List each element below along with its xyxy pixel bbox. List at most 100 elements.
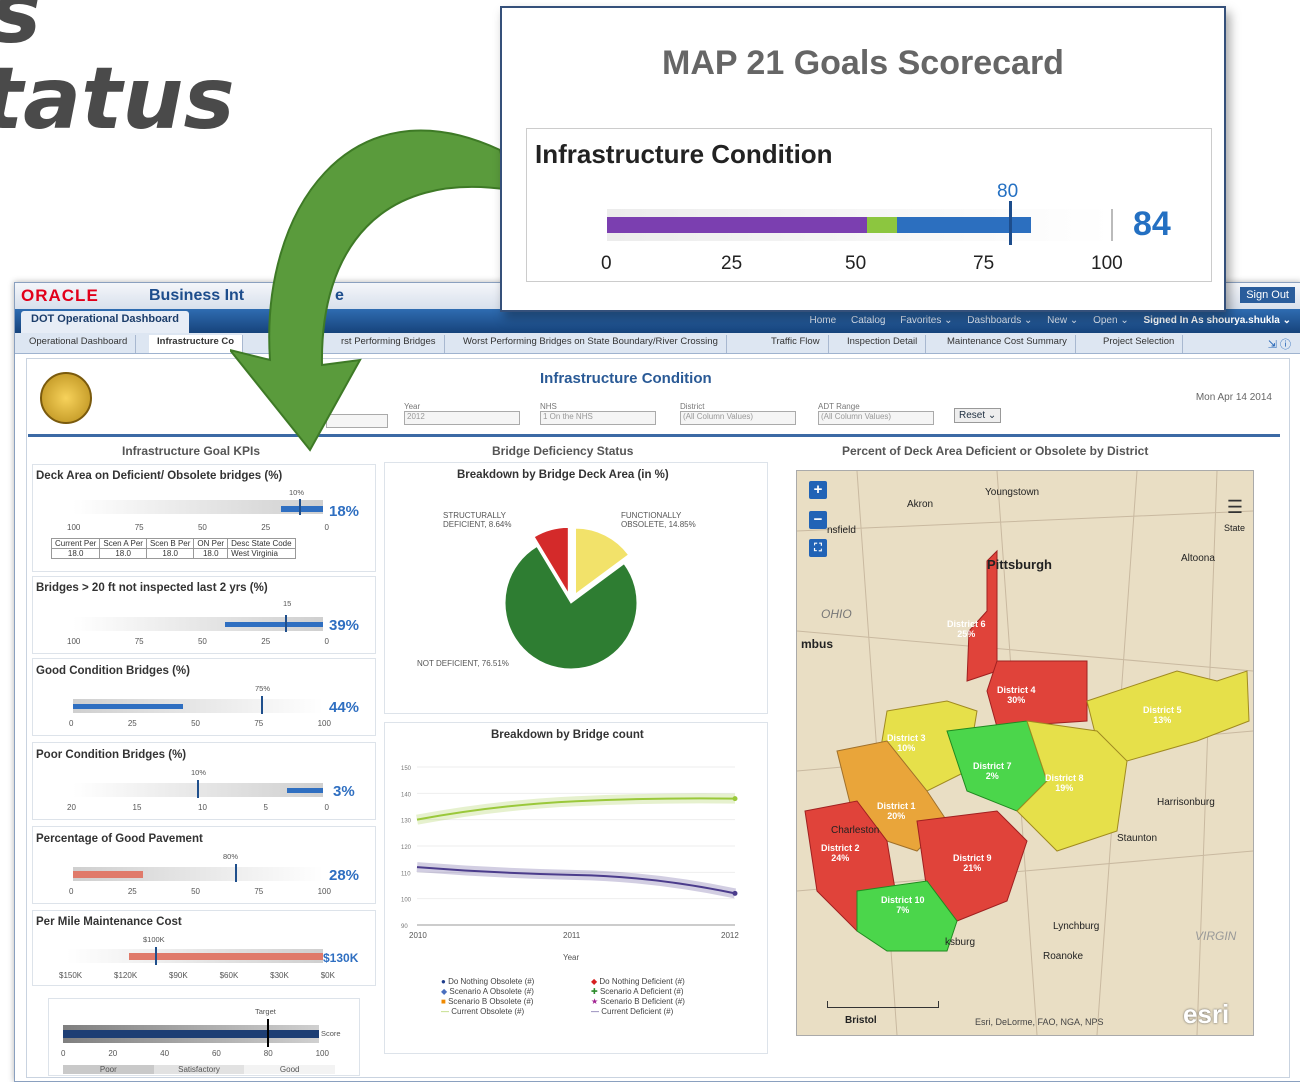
map-zoom-out-button[interactable]: − — [809, 511, 827, 529]
filter-adt-select[interactable]: (All Column Values) — [818, 411, 934, 425]
place-roanoke: Roanoke — [1043, 951, 1084, 962]
sign-out-link[interactable]: Sign Out — [1240, 287, 1295, 303]
nav-favorites[interactable]: Favorites ⌄ — [900, 315, 952, 326]
tick: 75 — [134, 637, 144, 646]
arrow-shape — [230, 129, 512, 452]
kpi-panel-poor-bridges: Poor Condition Bridges (%) 10% 3% 20 15 10… — [32, 742, 376, 820]
hero-heading: s tatus — [0, 0, 235, 142]
tick: 25 — [127, 719, 137, 728]
district-value: 24% — [831, 853, 850, 863]
district-6-label: District 6 25% — [947, 619, 986, 639]
nav-catalog[interactable]: Catalog — [851, 315, 885, 326]
legend-item: ★ Scenario B Deficient (#) — [591, 997, 685, 1006]
kpi-panel-deck-area: Deck Area on Deficient/ Obsolete bridges… — [32, 464, 376, 572]
gauge-bar — [63, 1030, 319, 1038]
district-value: 20% — [887, 811, 906, 821]
district-name: District 6 — [947, 619, 986, 629]
series-point[interactable] — [732, 796, 738, 802]
tick: 25 — [261, 637, 271, 646]
kpi-target: 10% — [191, 768, 207, 777]
map-layers-icon[interactable]: ☰ — [1227, 497, 1243, 518]
filter-district-select[interactable]: (All Column Values) — [680, 411, 796, 425]
tab-traffic-flow[interactable]: Traffic Flow — [763, 335, 829, 353]
district-name: District 8 — [1045, 773, 1084, 783]
kpi-ticks: $150K $120K $90K $60K $30K $0K — [59, 971, 335, 980]
map-fullextent-icon[interactable]: ⛶ — [809, 539, 827, 557]
legend-label: Current Deficient (#) — [601, 1007, 674, 1016]
y-tick: 120 — [401, 845, 412, 851]
infrastructure-scorecard: Infrastructure Condition 80 84 0 25 50 7… — [526, 128, 1212, 282]
table-cell: West Virginia — [227, 548, 296, 559]
x-tick: 2012 — [721, 931, 739, 940]
tab-maintenance-cost[interactable]: Maintenance Cost Summary — [939, 335, 1076, 353]
filter-nhs: NHS 1 On the NHS — [540, 402, 656, 425]
dashboard-name[interactable]: DOT Operational Dashboard — [21, 311, 189, 333]
scorecard-target-label: 80 — [997, 181, 1019, 202]
place-pittsburgh: Pittsburgh — [987, 557, 1052, 572]
tab-infrastructure-condition[interactable]: Infrastructure Co — [149, 335, 244, 353]
nav-open[interactable]: Open ⌄ — [1093, 315, 1129, 326]
tick: 0 — [61, 1049, 66, 1058]
kpi-target: 10% — [289, 488, 305, 497]
tick: 20 — [108, 1049, 118, 1058]
district-name: District 4 — [997, 685, 1036, 695]
tick: 50 — [197, 523, 207, 532]
gauge-ticks: 0 20 40 60 80 100 — [61, 1049, 329, 1058]
page-options-icon[interactable]: ⇲ ⓘ — [1268, 336, 1291, 352]
y-tick: 110 — [401, 871, 411, 877]
district-map[interactable]: + − ⛶ ☰ State Youngstown Akron nsfield P… — [796, 470, 1254, 1036]
scorecard-bar-purple — [607, 217, 867, 233]
place-akron: Akron — [907, 499, 934, 510]
tick: $0K — [320, 971, 335, 980]
map-zoom-in-button[interactable]: + — [809, 481, 827, 499]
place-columbus: mbus — [801, 637, 834, 651]
pie-label-functional: FUNCTIONALLY OBSOLETE, 14.85% — [621, 511, 696, 529]
place-mansfield: nsfield — [827, 525, 856, 536]
kpi-target-marker — [261, 696, 263, 714]
scorecard-value: 84 — [1133, 205, 1171, 243]
kpi-value: 3% — [333, 783, 355, 800]
tick: $30K — [270, 971, 289, 980]
place-charleston: Charleston — [831, 825, 880, 836]
kpi-panel-good-pavement: Percentage of Good Pavement 80% 28% 0 25 5… — [32, 826, 376, 904]
kpi-title: Deck Area on Deficient/ Obsolete bridges… — [36, 470, 283, 482]
map-scale-bar — [827, 1001, 939, 1008]
place-virginia: VIRGIN — [1195, 929, 1237, 943]
place-ksburg: ksburg — [945, 937, 976, 948]
district-value: 25% — [957, 629, 976, 639]
filter-nhs-select[interactable]: 1 On the NHS — [540, 411, 656, 425]
kpi-target-marker — [285, 615, 287, 632]
district-name: District 7 — [973, 761, 1012, 771]
tick: 25 — [127, 887, 137, 896]
kpi-ticks: 20 15 10 5 0 — [67, 803, 329, 812]
nav-signed-in[interactable]: Signed In As shourya.shukla ⌄ — [1144, 315, 1292, 326]
tab-project-selection[interactable]: Project Selection — [1095, 335, 1184, 353]
callout-arrow — [230, 129, 512, 452]
tick: 10 — [198, 803, 207, 812]
scorecard-tick: 100 — [1091, 253, 1123, 274]
scorecard-tick: 50 — [845, 253, 867, 274]
nav-home[interactable]: Home — [810, 315, 837, 326]
legend-poor: Poor — [63, 1065, 154, 1074]
kpi-title: Bridges > 20 ft not inspected last 2 yrs… — [36, 582, 268, 594]
x-tick: 2010 — [409, 931, 427, 940]
pie-slice-not-deficient[interactable] — [504, 545, 638, 670]
legend-item: — Current Obsolete (#) — [441, 1007, 525, 1016]
legend-label: Do Nothing Deficient (#) — [599, 977, 685, 986]
tick: 100 — [67, 523, 81, 532]
nav-dashboards[interactable]: Dashboards ⌄ — [967, 315, 1032, 326]
reset-button[interactable]: Reset ⌄ — [954, 408, 1002, 423]
kpi-ticks: 100 75 50 25 0 — [67, 523, 329, 532]
tab-inspection-detail[interactable]: Inspection Detail — [839, 335, 927, 353]
tick: $120K — [114, 971, 138, 980]
tick: $150K — [59, 971, 83, 980]
legend-label: Scenario B Obsolete (#) — [448, 997, 534, 1006]
district-7-label: District 7 2% — [973, 761, 1012, 781]
nav-new[interactable]: New ⌄ — [1047, 315, 1078, 326]
kpi-bar — [73, 871, 143, 878]
series-point[interactable] — [732, 890, 738, 896]
legend-satisfactory: Satisfactory — [153, 1065, 245, 1074]
tab-operational-dashboard[interactable]: Operational Dashboard — [21, 335, 137, 353]
kpi-target-marker — [299, 499, 301, 515]
kpi-bar — [225, 622, 323, 627]
